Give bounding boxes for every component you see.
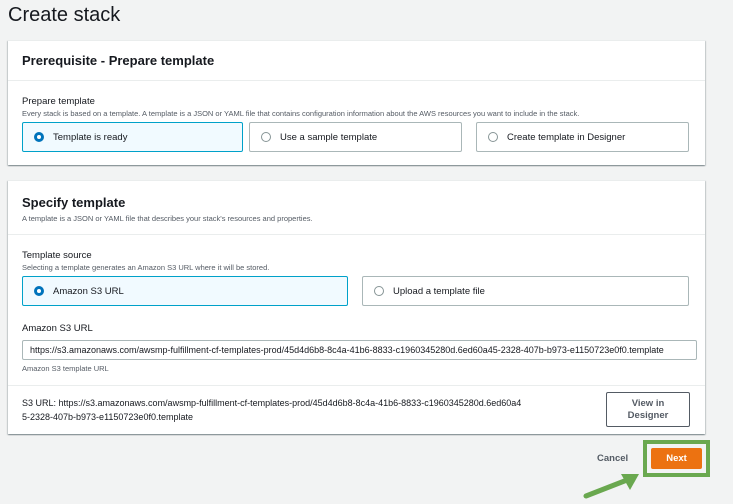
option-label: Template is ready <box>53 131 128 143</box>
prerequisite-title: Prerequisite - Prepare template <box>22 53 215 68</box>
s3-url-display: S3 URL: https://s3.amazonaws.com/awsmp-f… <box>22 396 521 424</box>
prepare-template-description: Every stack is based on a template. A te… <box>22 109 580 118</box>
prerequisite-header: Prerequisite - Prepare template <box>8 41 705 81</box>
option-upload-template[interactable]: Upload a template file <box>362 276 689 306</box>
next-button[interactable]: Next <box>651 448 702 469</box>
option-label: Create template in Designer <box>507 131 626 143</box>
panel-divider <box>8 385 705 386</box>
option-label: Upload a template file <box>393 285 485 297</box>
option-label: Amazon S3 URL <box>53 285 124 297</box>
specify-template-panel: Specify template A template is a JSON or… <box>8 180 705 434</box>
option-template-ready[interactable]: Template is ready <box>22 122 243 152</box>
amazon-s3-url-label: Amazon S3 URL <box>22 323 93 334</box>
option-sample-template[interactable]: Use a sample template <box>249 122 462 152</box>
view-in-designer-button[interactable]: View in Designer <box>606 392 690 427</box>
page-title: Create stack <box>8 4 121 26</box>
template-source-description: Selecting a template generates an Amazon… <box>22 263 270 272</box>
cancel-button[interactable]: Cancel <box>597 453 628 464</box>
s3-url-line-2: 5-2328-407b-b973-e1150723e0f0.template <box>22 412 193 422</box>
option-amazon-s3-url[interactable]: Amazon S3 URL <box>22 276 348 306</box>
specify-header: Specify template A template is a JSON or… <box>8 181 705 235</box>
specify-title: Specify template <box>22 195 126 210</box>
arrow-pointer-icon <box>583 474 639 499</box>
radio-unselected-icon <box>261 132 271 142</box>
s3-url-hint: Amazon S3 template URL <box>22 364 109 373</box>
s3-url-input[interactable] <box>22 340 697 360</box>
radio-unselected-icon <box>488 132 498 142</box>
option-designer-template[interactable]: Create template in Designer <box>476 122 689 152</box>
radio-selected-icon <box>34 286 44 296</box>
radio-selected-icon <box>34 132 44 142</box>
specify-description: A template is a JSON or YAML file that d… <box>22 214 313 223</box>
template-source-label: Template source <box>22 250 92 261</box>
prerequisite-panel: Prerequisite - Prepare template Prepare … <box>8 40 705 165</box>
s3-url-line-1: S3 URL: https://s3.amazonaws.com/awsmp-f… <box>22 398 522 408</box>
prepare-template-label: Prepare template <box>22 96 95 107</box>
radio-unselected-icon <box>374 286 384 296</box>
option-label: Use a sample template <box>280 131 378 143</box>
